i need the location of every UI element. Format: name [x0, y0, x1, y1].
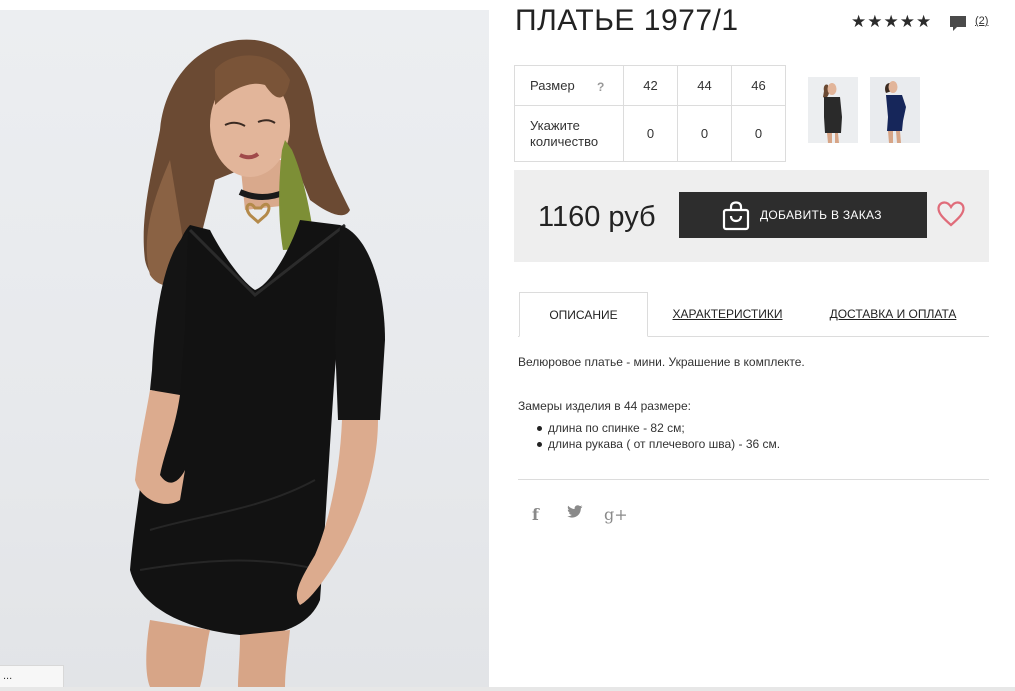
twitter-icon[interactable]	[567, 505, 583, 519]
quantity-input[interactable]: 0	[731, 105, 786, 162]
thumbnail-blue-dress[interactable]	[870, 77, 920, 143]
facebook-icon[interactable]: f	[532, 505, 539, 524]
section-divider	[518, 479, 989, 480]
size-option[interactable]: 42	[623, 65, 678, 106]
list-item: длина по спинке - 82 см;	[536, 420, 780, 436]
model-illustration	[130, 39, 385, 687]
add-to-order-button[interactable]: ДОБАВИТЬ В ЗАКАЗ	[679, 192, 927, 238]
quantity-label: Укажите количество	[514, 105, 624, 162]
measurements-list: длина по спинке - 82 см; длина рукава ( …	[536, 420, 781, 452]
size-table: Размер ? 42 44 46 Укажите количество 0 0…	[514, 65, 786, 162]
tab-description[interactable]: ОПИСАНИЕ	[519, 292, 648, 337]
size-option[interactable]: 46	[731, 65, 786, 106]
size-label: Размер	[530, 77, 575, 93]
size-label-cell: Размер ?	[514, 65, 624, 106]
shopping-bag-icon	[722, 201, 750, 231]
price-block: 1160 руб ДОБАВИТЬ В ЗАКАЗ	[514, 170, 989, 262]
add-to-order-label: ДОБАВИТЬ В ЗАКАЗ	[760, 208, 882, 222]
tab-characteristics[interactable]: ХАРАКТЕРИСТИКИ	[666, 292, 789, 337]
quantity-input[interactable]: 0	[677, 105, 732, 162]
product-title: ПЛАТЬЕ 1977/1	[515, 4, 739, 37]
product-price: 1160 руб	[538, 201, 656, 233]
description-text: Велюровое платье - мини. Украшение в ком…	[518, 355, 805, 369]
google-plus-icon[interactable]: g+	[604, 505, 628, 524]
measurements-title: Замеры изделия в 44 размере:	[518, 399, 691, 413]
bottom-divider	[0, 687, 1015, 691]
reviews-count-link[interactable]: (2)	[975, 15, 988, 27]
list-item: длина рукава ( от плечевого шва) - 36 см…	[536, 437, 781, 451]
rating-stars[interactable]: ★★★★★	[851, 12, 932, 32]
browser-status-strip: ...	[0, 665, 64, 687]
thumbnail-black-dress[interactable]	[808, 77, 858, 143]
size-option[interactable]: 44	[677, 65, 732, 106]
size-help-icon[interactable]: ?	[597, 79, 604, 95]
comment-icon[interactable]	[949, 15, 967, 32]
heart-icon[interactable]	[937, 201, 965, 227]
tab-delivery-payment[interactable]: ДОСТАВКА И ОПЛАТА	[825, 292, 961, 337]
quantity-input[interactable]: 0	[623, 105, 678, 162]
product-photo[interactable]: ...	[0, 10, 489, 687]
